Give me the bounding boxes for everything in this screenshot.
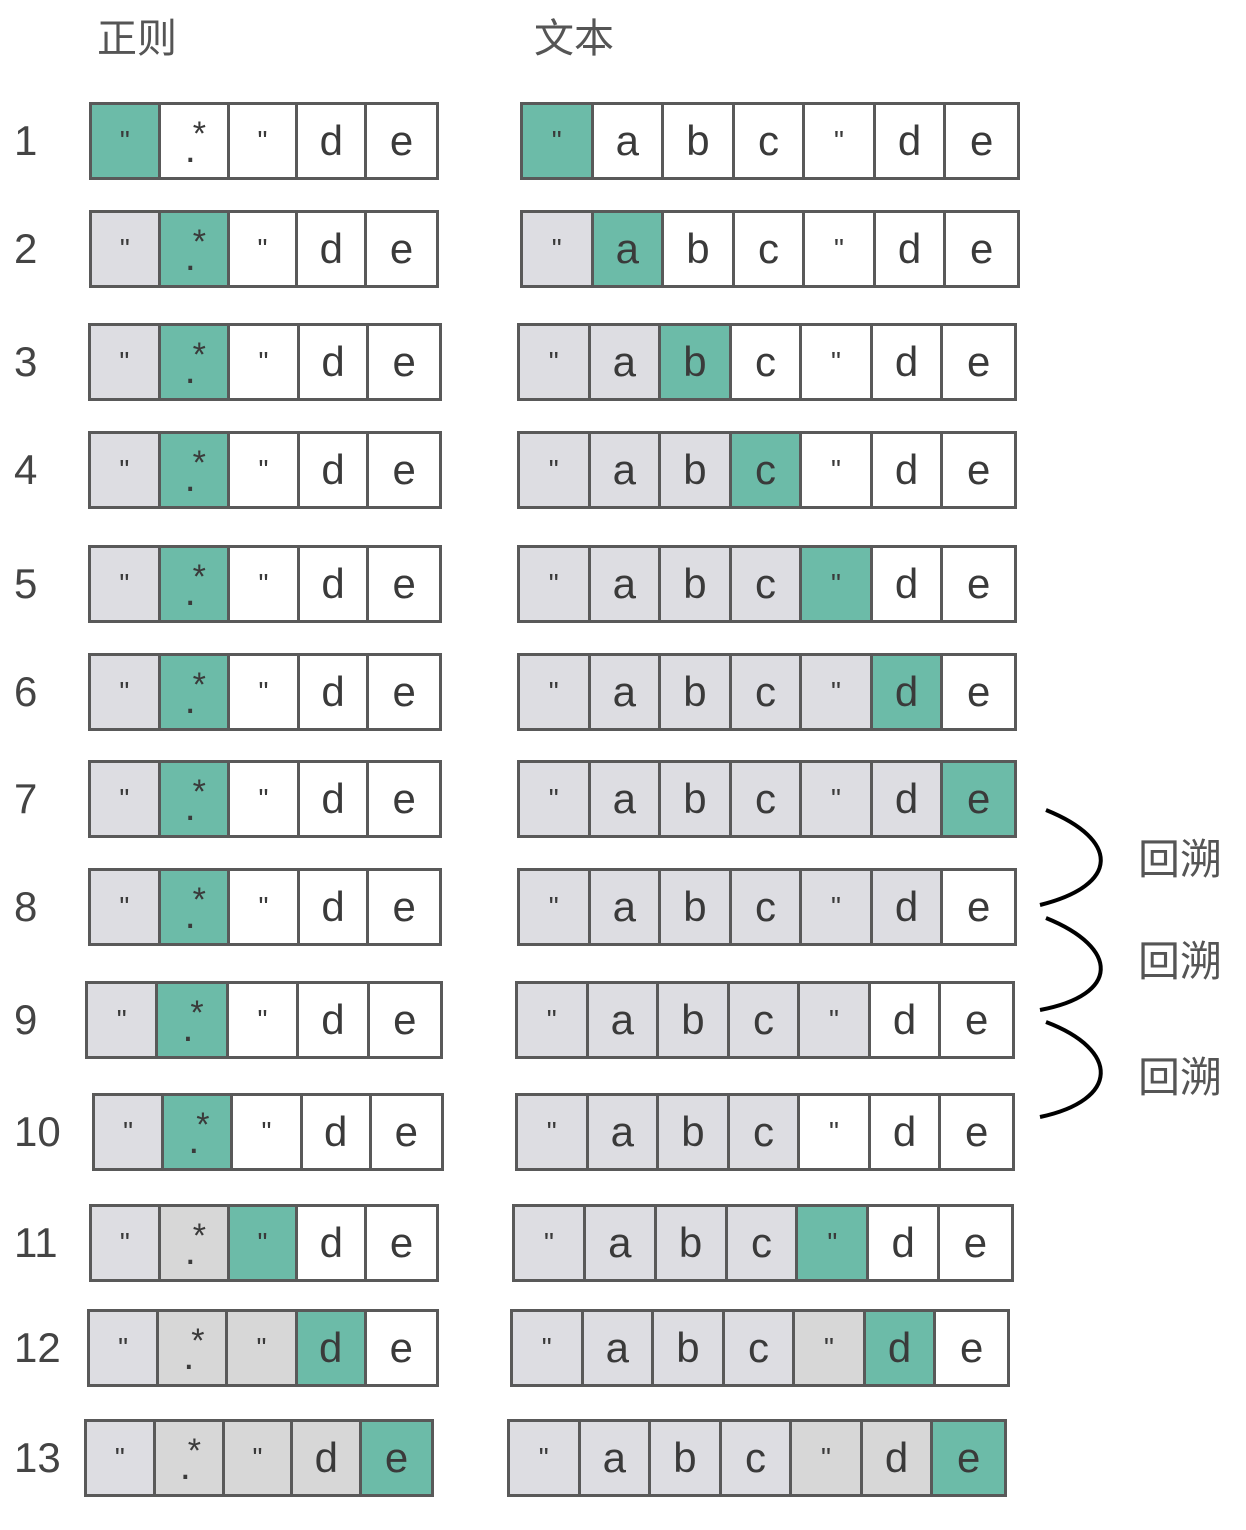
backtrack-arc-1 (1039, 808, 1103, 907)
backtrack-arc-3 (1039, 1020, 1103, 1119)
backtrack-arcs (1039, 808, 1103, 1119)
backtrack-label-3: 回溯 (1138, 1053, 1223, 1102)
backtrack-label-2: 回溯 (1138, 937, 1223, 986)
backtrack-label-1: 回溯 (1138, 835, 1223, 884)
backtrack-arc-2 (1039, 916, 1103, 1012)
